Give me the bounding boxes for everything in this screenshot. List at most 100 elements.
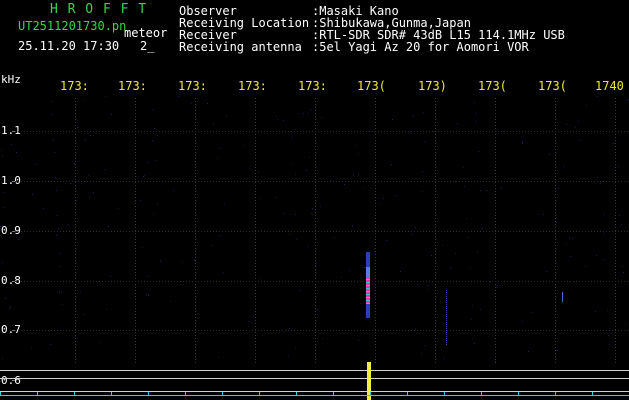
noise-pixel [446, 342, 447, 343]
level-trace-pixel [617, 395, 618, 396]
grid-dot [330, 281, 331, 282]
grid-dot [282, 131, 283, 132]
level-trace-pixel [70, 395, 71, 396]
grid-dot [555, 227, 556, 228]
level-trace-pixel [34, 395, 35, 396]
grid-dot [615, 329, 616, 330]
grid-dot [462, 231, 463, 232]
grid-dot [495, 158, 496, 159]
grid-dot [30, 330, 31, 331]
grid-dot [363, 181, 364, 182]
grid-dot [261, 330, 262, 331]
grid-dot [360, 231, 361, 232]
grid-dot [465, 131, 466, 132]
noise-pixel [259, 278, 260, 279]
grid-dot [414, 231, 415, 232]
level-trace-pixel [129, 395, 130, 396]
grid-dot [189, 281, 190, 282]
grid-dot [462, 281, 463, 282]
grid-dot [615, 122, 616, 123]
grid-dot [543, 281, 544, 282]
grid-dot [255, 332, 256, 333]
grid-dot [315, 224, 316, 225]
noise-pixel [578, 121, 579, 122]
grid-dot [597, 231, 598, 232]
grid-dot [255, 320, 256, 321]
noise-pixel [474, 102, 475, 103]
level-trace-pixel [143, 395, 144, 396]
grid-dot [492, 330, 493, 331]
grid-dot [468, 181, 469, 182]
grid-dot [375, 194, 376, 195]
echo-pixel [366, 307, 370, 308]
echo-pixel [366, 301, 370, 302]
grid-dot [555, 152, 556, 153]
grid-dot [135, 197, 136, 198]
grid-dot [627, 181, 628, 182]
grid-dot [615, 143, 616, 144]
grid-dot [174, 181, 175, 182]
noise-pixel [446, 336, 447, 337]
grid-dot [21, 330, 22, 331]
grid-dot [489, 181, 490, 182]
grid-dot [45, 131, 46, 132]
grid-dot [228, 231, 229, 232]
grid-dot [615, 356, 616, 357]
level-trace-pixel [83, 395, 84, 396]
grid-dot [75, 104, 76, 105]
echo-pixel [366, 260, 370, 261]
noise-pixel [156, 160, 157, 161]
grid-dot [483, 281, 484, 282]
noise-pixel [309, 157, 310, 158]
grid-dot [561, 131, 562, 132]
grid-dot [543, 231, 544, 232]
level-trace-pixel [583, 395, 584, 396]
noise-pixel [157, 179, 158, 180]
grid-dot [315, 335, 316, 336]
grid-dot [315, 353, 316, 354]
grid-dot [294, 131, 295, 132]
grid-dot [567, 330, 568, 331]
grid-dot [513, 231, 514, 232]
grid-dot [597, 131, 598, 132]
grid-dot [375, 245, 376, 246]
grid-dot [315, 218, 316, 219]
grid-dot [393, 281, 394, 282]
grid-dot [555, 299, 556, 300]
grid-dot [453, 330, 454, 331]
grid-dot [567, 231, 568, 232]
grid-dot [435, 152, 436, 153]
grid-dot [495, 221, 496, 222]
grid-dot [75, 278, 76, 279]
grid-dot [438, 181, 439, 182]
grid-dot [255, 257, 256, 258]
grid-dot [510, 281, 511, 282]
grid-dot [495, 335, 496, 336]
grid-dot [75, 230, 76, 231]
grid-dot [243, 330, 244, 331]
grid-dot [78, 131, 79, 132]
grid-dot [375, 320, 376, 321]
grid-dot [210, 281, 211, 282]
grid-dot [495, 281, 496, 282]
grid-dot [384, 330, 385, 331]
grid-dot [435, 191, 436, 192]
echo-pixel [366, 296, 370, 297]
level-trace-pixel [361, 395, 362, 396]
tick-mark [12, 131, 15, 132]
spectrogram [0, 96, 629, 400]
grid-dot [75, 320, 76, 321]
grid-dot [315, 110, 316, 111]
level-trace-pixel [410, 395, 411, 396]
noise-pixel [546, 271, 547, 272]
grid-dot [408, 231, 409, 232]
grid-dot [195, 311, 196, 312]
grid-dot [195, 323, 196, 324]
echo-pixel [366, 298, 370, 299]
grid-dot [399, 181, 400, 182]
grid-dot [435, 359, 436, 360]
grid-dot [195, 305, 196, 306]
grid-dot [495, 356, 496, 357]
grid-dot [87, 231, 88, 232]
grid-dot [555, 149, 556, 150]
